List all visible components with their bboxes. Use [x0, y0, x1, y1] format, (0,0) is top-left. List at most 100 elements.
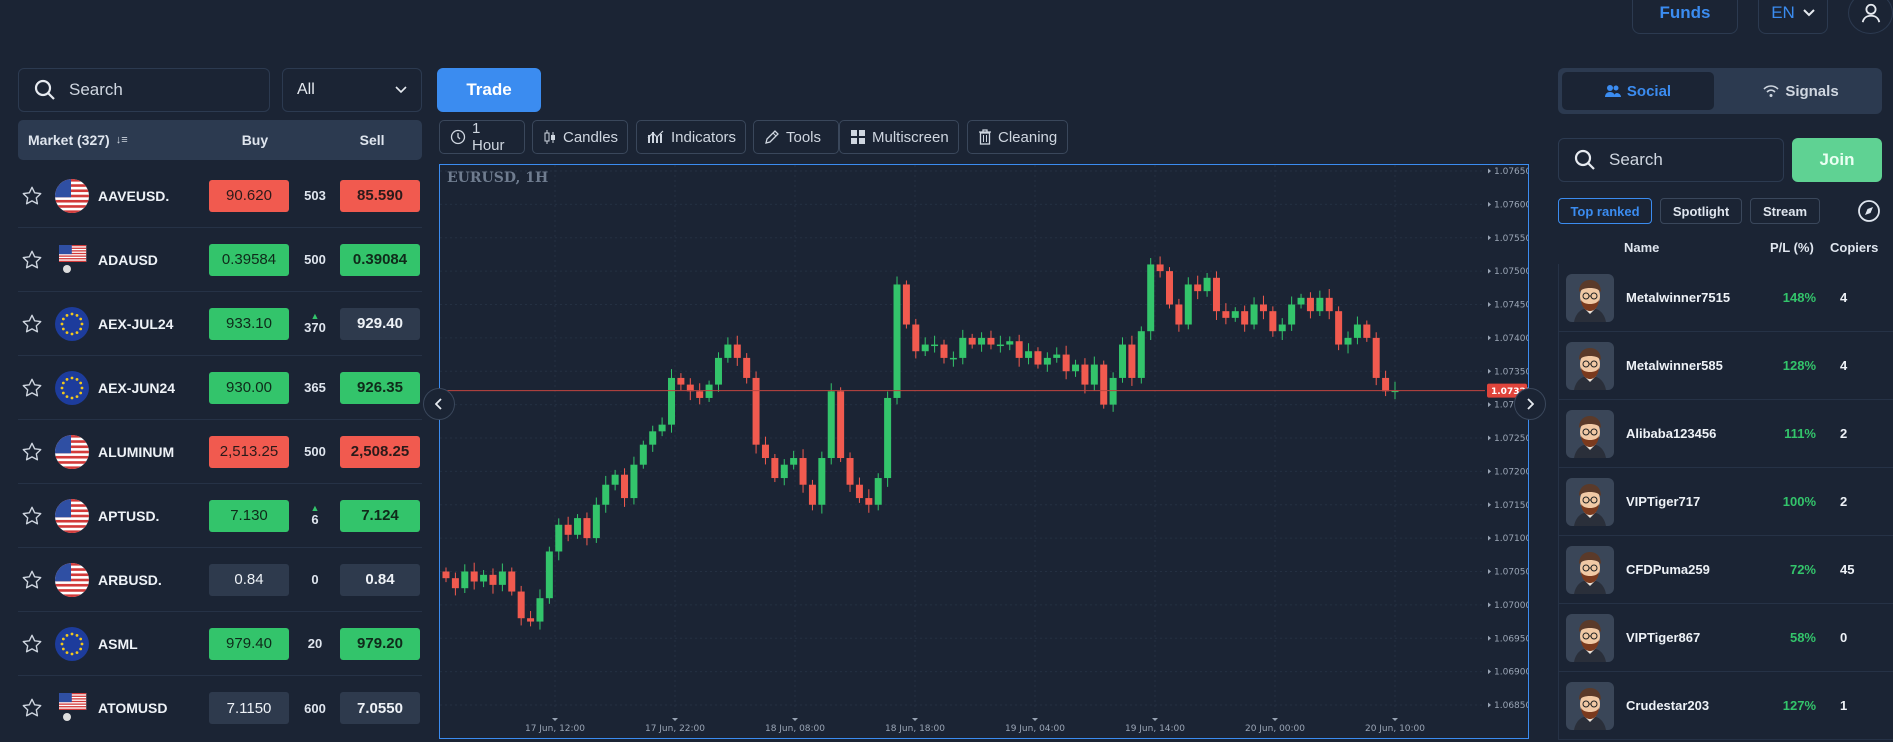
- trade-button[interactable]: Trade: [437, 68, 541, 112]
- sell-price-button[interactable]: 85.590: [340, 179, 420, 212]
- filter-stream[interactable]: Stream: [1750, 198, 1820, 224]
- trader-pl: 72%: [1789, 562, 1816, 577]
- tab-social[interactable]: Social: [1562, 72, 1714, 110]
- candle-body: [743, 357, 751, 378]
- candle-body: [931, 344, 939, 347]
- market-column-header[interactable]: Market (327) ↓≡: [18, 132, 188, 148]
- trader-row[interactable]: CFDPuma259 72% 45: [1558, 536, 1893, 604]
- market-row[interactable]: ADAUSD 0.39584 500 0.39084: [18, 228, 422, 292]
- market-row[interactable]: ATOMUSD 7.1150 600 7.0550: [18, 676, 422, 740]
- language-selector[interactable]: EN: [1758, 0, 1828, 34]
- candle-body: [921, 344, 929, 352]
- tool-multiscreen-button[interactable]: Multiscreen: [839, 120, 959, 154]
- favorite-star-icon[interactable]: [21, 377, 43, 399]
- funds-button[interactable]: Funds: [1632, 0, 1738, 34]
- tab-signals[interactable]: Signals: [1724, 72, 1878, 110]
- market-row[interactable]: AAVEUSD. 90.620 503 85.590: [18, 164, 422, 228]
- trader-search[interactable]: [1558, 138, 1784, 182]
- buy-price-button[interactable]: 0.39584: [209, 243, 289, 276]
- favorite-star-icon[interactable]: [21, 313, 43, 335]
- chart-scroll-left-button[interactable]: [423, 388, 455, 420]
- us-flag-icon: [55, 562, 89, 597]
- spread-value: 500: [300, 252, 330, 267]
- tick-arrow-icon: [1488, 435, 1491, 441]
- candle-body: [1062, 354, 1070, 372]
- sell-price-button[interactable]: 0.84: [340, 563, 420, 596]
- buy-price-button[interactable]: 2,513.25: [209, 435, 289, 468]
- sell-price-button[interactable]: 7.0550: [340, 692, 420, 724]
- candle-body: [724, 344, 732, 358]
- buy-price-button[interactable]: 933.10: [209, 307, 289, 340]
- trader-row[interactable]: VIPTiger717 100% 2: [1558, 468, 1893, 536]
- market-row[interactable]: ARBUSD. 0.84 0 0.84: [18, 548, 422, 612]
- buy-price-button[interactable]: 7.130: [209, 499, 289, 532]
- candle-body: [1382, 377, 1390, 392]
- favorite-star-icon[interactable]: [21, 441, 43, 463]
- market-search[interactable]: [18, 68, 270, 112]
- market-row[interactable]: AEX-JUN24 930.00 365 926.35: [18, 356, 422, 420]
- buy-price-button[interactable]: 930.00: [209, 371, 289, 404]
- favorite-star-icon[interactable]: [21, 505, 43, 527]
- trader-row[interactable]: Metalwinner585 128% 4: [1558, 332, 1893, 400]
- market-row[interactable]: ALUMINUM 2,513.25 500 2,508.25: [18, 420, 422, 484]
- trader-row[interactable]: Crudestar203 127% 1: [1558, 672, 1893, 740]
- tool-label: Tools: [786, 128, 822, 146]
- tool-indicators-button[interactable]: Indicators: [636, 120, 746, 154]
- x-tick-label: 20 Jun, 10:00: [1365, 724, 1425, 734]
- join-button[interactable]: Join: [1792, 138, 1882, 182]
- candle-body: [761, 444, 769, 459]
- clock-icon: [450, 129, 466, 145]
- tool-1-hour-button[interactable]: 1 Hour: [439, 120, 525, 154]
- us-flag-icon: [55, 178, 89, 213]
- sell-price-button[interactable]: 926.35: [340, 371, 420, 404]
- market-filter-select[interactable]: All: [282, 68, 422, 112]
- trader-search-input[interactable]: [1609, 150, 1749, 170]
- market-row[interactable]: AEX-JUL24 933.10 ▲ 370 929.40: [18, 292, 422, 356]
- chart-symbol-label: EURUSD, 1H: [447, 170, 549, 186]
- favorite-star-icon[interactable]: [21, 249, 43, 271]
- users-icon: [1604, 85, 1621, 97]
- tool-cleaning-button[interactable]: Cleaning: [967, 120, 1068, 154]
- tool-tools-button[interactable]: Tools: [753, 120, 839, 154]
- favorite-star-icon[interactable]: [21, 697, 43, 719]
- trader-row[interactable]: Metalwinner7515 148% 4: [1558, 264, 1893, 332]
- tick-arrow-icon: [1488, 602, 1491, 608]
- favorite-star-icon[interactable]: [21, 633, 43, 655]
- buy-price-button[interactable]: 7.1150: [209, 692, 289, 724]
- sell-price-button[interactable]: 2,508.25: [340, 435, 420, 468]
- tick-arrow-icon: [1152, 718, 1158, 721]
- candle-body: [545, 551, 553, 599]
- trader-row[interactable]: VIPTiger867 58% 0: [1558, 604, 1893, 672]
- buy-price-button[interactable]: 0.84: [209, 563, 289, 596]
- tool-candles-button[interactable]: Candles: [532, 120, 628, 154]
- price-chart[interactable]: 1.07650 1.07600 1.07550 1.07500 1.07450 1.074…: [439, 164, 1529, 739]
- user-profile-button[interactable]: [1848, 0, 1893, 34]
- buy-price-button[interactable]: 90.620: [209, 179, 289, 212]
- candle-body: [517, 591, 525, 619]
- chart-scroll-right-button[interactable]: [1514, 388, 1546, 420]
- filter-top-ranked[interactable]: Top ranked: [1558, 198, 1652, 224]
- sell-price-button[interactable]: 7.124: [340, 499, 420, 532]
- favorite-star-icon[interactable]: [21, 569, 43, 591]
- market-row[interactable]: ASML 979.40 20 979.20: [18, 612, 422, 676]
- market-search-input[interactable]: [69, 80, 209, 100]
- explore-button[interactable]: [1856, 198, 1882, 224]
- name-column-header: Name: [1624, 240, 1660, 255]
- buy-price-button[interactable]: 979.40: [209, 627, 289, 660]
- candle-body: [555, 524, 563, 552]
- candle-body: [451, 578, 459, 589]
- sell-price-button[interactable]: 0.39084: [340, 243, 420, 276]
- spread-text: 0: [311, 572, 319, 587]
- sell-price-button[interactable]: 979.20: [340, 627, 420, 660]
- sell-price-button[interactable]: 929.40: [340, 307, 420, 340]
- candle-body: [752, 377, 760, 445]
- market-row[interactable]: APTUSD. 7.130 ▲ 6 7.124: [18, 484, 422, 548]
- filter-spotlight[interactable]: Spotlight: [1660, 198, 1742, 224]
- avatar: [1566, 614, 1614, 662]
- trader-row[interactable]: Alibaba123456 111% 2: [1558, 400, 1893, 468]
- favorite-star-icon[interactable]: [21, 185, 43, 207]
- user-icon: [1861, 3, 1880, 23]
- us-flag-icon: [55, 498, 89, 533]
- arrow-up-icon: ▲: [310, 311, 320, 321]
- tab-social-label: Social: [1626, 82, 1672, 100]
